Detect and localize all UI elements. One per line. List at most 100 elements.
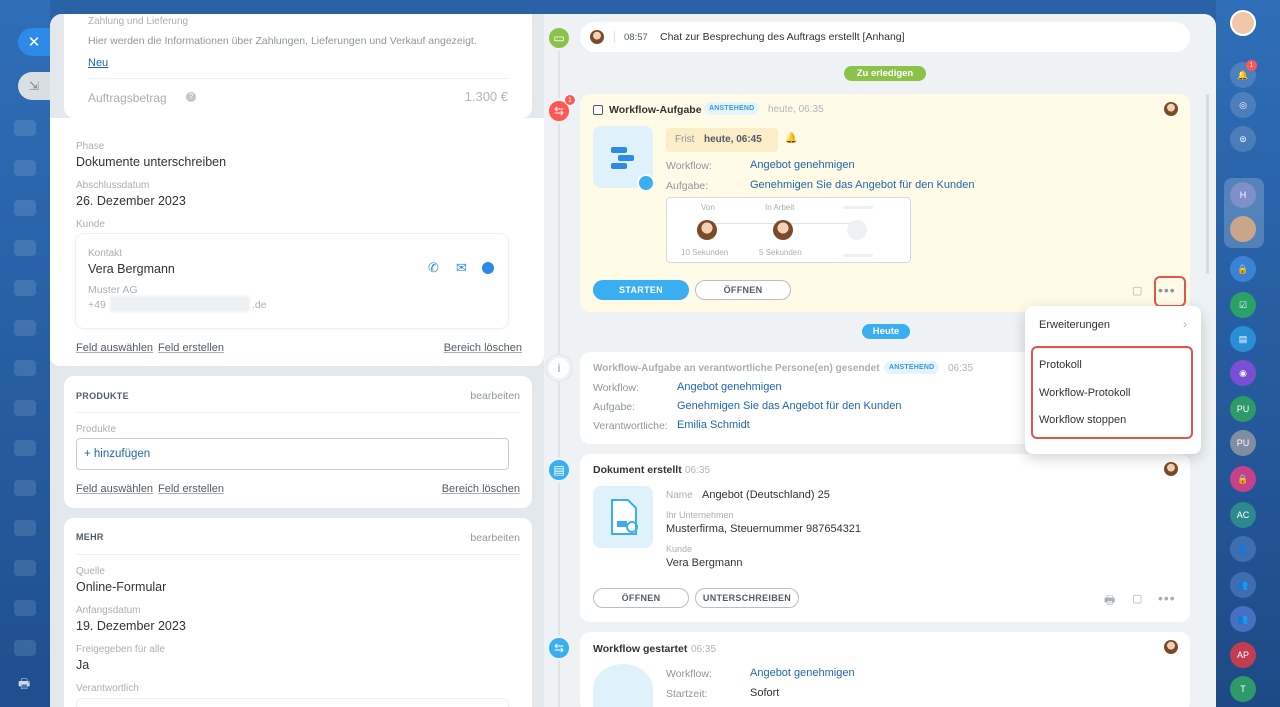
deadline-label: Frist [675, 134, 695, 145]
phone-icon[interactable]: ✆ [428, 260, 439, 276]
create-field-link-2[interactable]: Feld erstellen [158, 483, 224, 495]
delete-section-link-2[interactable]: Bereich löschen [442, 483, 520, 495]
chat-bubble-icon[interactable] [482, 262, 494, 274]
phone-prefix: +49 [88, 299, 106, 311]
close-date-label: Abschlussdatum [76, 180, 150, 191]
doc-name-value: Angebot (Deutschland) 25 [702, 489, 830, 501]
print-icon[interactable]: 🖶 [1104, 591, 1115, 612]
start-date-value[interactable]: 19. Dezember 2023 [76, 619, 186, 633]
chat-icon[interactable]: ▤ [1230, 326, 1256, 352]
select-field-link[interactable]: Feld auswählen [76, 342, 153, 354]
more-title: MEHR [76, 532, 104, 542]
doc-name-label: Name [666, 490, 693, 501]
contact-card: Kontakt Vera Bergmann ✆ ✉ Muster AG +49 … [76, 234, 508, 328]
sent-workflow-label: Workflow: [593, 382, 639, 394]
start-button[interactable]: STARTEN [593, 280, 689, 300]
at-icon[interactable]: ◎ [1230, 92, 1256, 118]
avatar-t[interactable]: T [1230, 676, 1256, 702]
group2-icon[interactable]: 👥 [1230, 606, 1256, 632]
task-checkbox[interactable] [593, 105, 603, 115]
select-field-link-2[interactable]: Feld auswählen [76, 483, 153, 495]
sent-task-label: Aufgabe: [593, 401, 636, 413]
chat-item[interactable]: 08:57 Chat zur Besprechung des Auftrags … [580, 22, 1190, 52]
more-edit[interactable]: bearbeiten [470, 532, 520, 544]
notification-badge: 1 [1246, 60, 1257, 71]
add-product-field[interactable]: + hinzufügen [76, 438, 509, 470]
started-workflow-label: Workflow: [666, 668, 712, 680]
in-progress-label: In Arbeit [765, 203, 795, 212]
info-icon: i [546, 355, 572, 381]
started-time: 06:35 [691, 644, 717, 655]
contact-label: Kontakt [88, 248, 122, 259]
source-value[interactable]: Online-Formular [76, 580, 166, 594]
group-icon[interactable]: 👥 [1230, 572, 1256, 598]
sent-workflow-value[interactable]: Angebot genehmigen [677, 381, 782, 393]
phase-value[interactable]: Dokumente unterschreiben [76, 155, 226, 169]
close-slider-button[interactable]: ✕ [18, 28, 50, 56]
lock2-icon[interactable]: 🔒 [1230, 466, 1256, 492]
workflow-task-card: Workflow-Aufgabe ANSTEHEND heute, 06:35 … [580, 94, 1190, 312]
doc-comment-icon[interactable]: ▢ [1132, 592, 1142, 605]
contact-name[interactable]: Vera Bergmann [88, 262, 175, 276]
new-link[interactable]: Neu [88, 57, 108, 69]
email-suffix: .de [252, 299, 267, 311]
started-workflow-value[interactable]: Angebot genehmigen [750, 667, 855, 679]
close-date-value[interactable]: 26. Dezember 2023 [76, 194, 186, 208]
chat-search-icon[interactable]: ⊜ [1230, 126, 1256, 152]
doc-more-icon[interactable]: ••• [1158, 590, 1176, 606]
shared-value[interactable]: Ja [76, 658, 89, 672]
doc-company-label: Ihr Unternehmen [666, 510, 734, 520]
doc-open-button[interactable]: ÖFFNEN [593, 588, 689, 608]
task-icon[interactable]: ☑ [1230, 292, 1256, 318]
bell-small-icon[interactable]: 🔔 [785, 133, 797, 144]
amount-label: Auftragsbetrag [88, 91, 167, 105]
sent-title: Workflow-Aufgabe an verantwortliche Pers… [593, 363, 880, 374]
minimize-slider-button[interactable]: ⇲ [18, 72, 50, 100]
doc-customer-label: Kunde [666, 544, 693, 554]
scrollbar[interactable] [1206, 94, 1209, 274]
avatar-h[interactable]: H [1230, 182, 1256, 208]
started-start-value: Sofort [750, 687, 780, 699]
avatar-ap[interactable]: AP [1230, 642, 1256, 668]
mail-icon[interactable]: ✉ [456, 260, 467, 276]
printer-icon[interactable]: 🖶 [18, 675, 30, 697]
delete-section-link[interactable]: Bereich löschen [444, 342, 522, 354]
close-icon: ✕ [27, 34, 41, 51]
payment-card: Zahlung und Lieferung Hier werden die In… [64, 14, 532, 118]
started-start-label: Startzeit: [666, 688, 708, 700]
open-button[interactable]: ÖFFNEN [695, 280, 791, 300]
task-title: Workflow-Aufgabe [609, 104, 702, 116]
products-label: Produkte [76, 424, 117, 435]
doc-sign-button[interactable]: UNTERSCHREIBEN [695, 588, 799, 608]
lock-icon[interactable]: 🔒 [1230, 256, 1256, 282]
deadline-box[interactable]: Frist heute, 06:45 [666, 128, 778, 152]
chat-time: 08:57 [624, 32, 648, 43]
document-card: Dokument erstellt 06:35 Name Angebot (De… [580, 454, 1190, 622]
avatar-ac[interactable]: AC [1230, 502, 1256, 528]
avatar-pu2[interactable]: PU [1230, 430, 1256, 456]
comment-icon[interactable]: ▢ [1132, 284, 1142, 297]
workflow-value[interactable]: Angebot genehmigen [750, 159, 855, 171]
avatar-person[interactable] [1230, 216, 1256, 242]
task-status: ANSTEHEND [704, 102, 760, 115]
task-value[interactable]: Genehmigen Sie das Angebot für den Kunde… [750, 179, 974, 191]
document-icon [593, 486, 653, 548]
doc-time: 06:35 [685, 465, 711, 476]
user-avatar[interactable] [1230, 10, 1256, 36]
customer-label: Kunde [76, 219, 105, 230]
circle-icon[interactable]: ◉ [1230, 360, 1256, 386]
sent-responsible-value[interactable]: Emilia Schmidt [677, 419, 750, 431]
workflow-started-card: Workflow gestartet 06:35 Workflow: Angeb… [580, 632, 1190, 707]
person-icon[interactable]: 👤 [1230, 536, 1256, 562]
more-card: MEHR bearbeiten Quelle Online-Formular A… [64, 518, 532, 707]
workflow-doc-icon [593, 126, 655, 192]
products-edit[interactable]: bearbeiten [470, 390, 520, 402]
help-icon[interactable]: ? [186, 92, 196, 102]
amount-value: 1.300 € [464, 89, 508, 104]
deadline-value: heute, 06:45 [704, 134, 762, 145]
menu-extensions[interactable]: Erweiterungen [1039, 319, 1110, 331]
sent-task-value[interactable]: Genehmigen Sie das Angebot für den Kunde… [677, 400, 901, 412]
create-field-link[interactable]: Feld erstellen [158, 342, 224, 354]
company-name: Muster AG [88, 284, 138, 296]
avatar-pu1[interactable]: PU [1230, 396, 1256, 422]
